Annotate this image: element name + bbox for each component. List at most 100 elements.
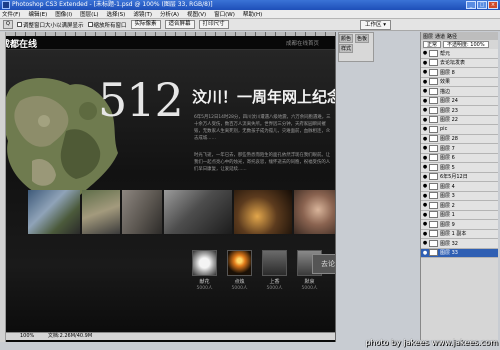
photoshop-window: Photoshop CS3 Extended - [未标题-1.psd @ 10… [0, 0, 500, 350]
menu-help[interactable]: 帮助(H) [243, 10, 262, 18]
layer-name: 图层 1 [440, 212, 455, 219]
eye-icon[interactable]: ● [421, 136, 429, 142]
zoom-level[interactable]: 100% [20, 333, 34, 339]
site-logo: 成都在线 [6, 40, 38, 50]
eye-icon[interactable]: ● [421, 79, 429, 85]
maximize-button[interactable]: □ [477, 1, 487, 9]
eye-icon[interactable]: ● [421, 193, 429, 199]
layer-row[interactable]: ● 帮元 [421, 49, 498, 59]
eye-icon[interactable]: ● [421, 202, 429, 208]
menu-edit[interactable]: 编辑(E) [28, 10, 47, 18]
eye-icon[interactable]: ● [421, 212, 429, 218]
opacity-field[interactable]: 不透明度: 100% [443, 41, 489, 48]
minimize-button[interactable]: _ [466, 1, 476, 9]
candle-action[interactable]: 点烛 5000人 [227, 250, 252, 291]
layer-row[interactable]: ● 图层 9 [421, 220, 498, 230]
workspace-dropdown[interactable]: 工作区 ▾ [360, 20, 392, 30]
eye-icon[interactable]: ● [421, 174, 429, 180]
eye-icon[interactable]: ● [421, 221, 429, 227]
candle-label: 点烛 [234, 279, 245, 285]
layer-thumbnail [429, 249, 438, 257]
fit-screen-button[interactable]: 适合屏幕 [164, 20, 195, 29]
resize-windows-checkbox[interactable]: 调整窗口大小以满屏显示 [17, 21, 84, 29]
layer-row[interactable]: ● 图层 32 [421, 239, 498, 249]
tab-channels[interactable]: 通道 [435, 33, 445, 40]
menu-image[interactable]: 图像(I) [55, 10, 72, 18]
eye-icon[interactable]: ● [421, 183, 429, 189]
actual-pixels-button[interactable]: 实际像素 [130, 20, 161, 29]
zoom-all-checkbox[interactable]: 缩放所有窗口 [87, 21, 127, 29]
menu-filter[interactable]: 滤镜(T) [133, 10, 152, 18]
layer-row[interactable]: ● 图层 24 [421, 96, 498, 106]
layer-thumbnail [429, 173, 438, 181]
tab-color[interactable]: 颜色 [339, 34, 354, 43]
layer-row[interactable]: ● 图层 23 [421, 106, 498, 116]
tab-styles[interactable]: 样式 [339, 44, 354, 53]
layer-row[interactable]: ● 去论坛发表 [421, 58, 498, 68]
layer-row[interactable]: ● 图层 8 [421, 68, 498, 78]
menu-window[interactable]: 窗口(W) [214, 10, 235, 18]
layer-row[interactable]: ● 图层 4 [421, 182, 498, 192]
layer-row[interactable]: ● 6年5月12日 [421, 172, 498, 182]
eye-icon[interactable]: ● [421, 231, 429, 237]
layer-row[interactable]: ● 效果 [421, 77, 498, 87]
canvas[interactable]: 成都在线 成都在线首页 512 汶川！一周年网上纪念堂 6年5月12日14时28… [6, 36, 335, 342]
layer-name: 去论坛发表 [440, 60, 466, 67]
layer-name: 图层 1 副本 [440, 231, 467, 238]
layer-row[interactable]: ● 图层 5 [421, 163, 498, 173]
site-home-link[interactable]: 成都在线首页 [286, 39, 319, 47]
tab-swatches[interactable]: 色板 [354, 34, 369, 43]
tab-paths[interactable]: 路径 [447, 33, 457, 40]
eye-icon[interactable]: ● [421, 60, 429, 66]
close-button[interactable]: × [488, 1, 498, 9]
menu-file[interactable]: 文件(F) [2, 10, 20, 18]
menu-analysis[interactable]: 分析(A) [160, 10, 179, 18]
eye-icon[interactable]: ● [421, 107, 429, 113]
eye-icon[interactable]: ● [421, 250, 429, 256]
layer-row[interactable]: ● 图层 3 [421, 191, 498, 201]
menu-view[interactable]: 视图(V) [187, 10, 206, 18]
forum-message-button[interactable]: 去论坛发表留言 [312, 254, 335, 274]
menu-select[interactable]: 选择(S) [107, 10, 126, 18]
layers-tabs: 图层 通道 路径 [421, 32, 498, 40]
layer-row[interactable]: ● pic [421, 125, 498, 135]
layer-row[interactable]: ● 描边 [421, 87, 498, 97]
layer-row[interactable]: ● 图层 7 [421, 144, 498, 154]
incense-action[interactable]: 上香 5000人 [262, 250, 287, 291]
layer-row[interactable]: ● 图层 2 [421, 201, 498, 211]
layer-thumbnail [429, 182, 438, 190]
layer-row[interactable]: ● 图层 1 副本 [421, 229, 498, 239]
eye-icon[interactable]: ● [421, 155, 429, 161]
layer-name: 图层 5 [440, 164, 455, 171]
zoom-tool-icon[interactable]: Q [3, 20, 13, 29]
options-bar: Q 调整窗口大小以满屏显示 缩放所有窗口 实际像素 适合屏幕 打印尺寸 [0, 19, 500, 31]
layer-row[interactable]: ● 图层 1 [421, 210, 498, 220]
incense-count: 5000人 [266, 286, 283, 291]
eye-icon[interactable]: ● [421, 145, 429, 151]
layer-row[interactable]: ● 图层 6 [421, 153, 498, 163]
eye-icon[interactable]: ● [421, 88, 429, 94]
layer-name: pic [440, 126, 448, 133]
eye-icon[interactable]: ● [421, 50, 429, 56]
layer-thumbnail [429, 135, 438, 143]
eye-icon[interactable]: ● [421, 117, 429, 123]
eye-icon[interactable]: ● [421, 164, 429, 170]
layer-name: 图层 32 [440, 240, 458, 247]
eye-icon[interactable]: ● [421, 98, 429, 104]
layer-thumbnail [429, 239, 438, 247]
flower-icon [192, 250, 217, 276]
swatches-panel: 颜色 色板 样式 [338, 32, 374, 62]
blend-mode-select[interactable]: 正常 [423, 41, 442, 48]
layer-name: 图层 3 [440, 193, 455, 200]
tab-layers[interactable]: 图层 [423, 33, 433, 40]
menu-layer[interactable]: 图层(L) [80, 10, 98, 18]
layer-row[interactable]: ● 图层 28 [421, 134, 498, 144]
eye-icon[interactable]: ● [421, 240, 429, 246]
layer-row[interactable]: ● 图层 33 [421, 248, 498, 258]
layer-row[interactable]: ● 图层 22 [421, 115, 498, 125]
eye-icon[interactable]: ● [421, 126, 429, 132]
window-title: Photoshop CS3 Extended - [未标题-1.psd @ 10… [12, 1, 213, 8]
flower-action[interactable]: 献花 5000人 [192, 250, 217, 291]
print-size-button[interactable]: 打印尺寸 [198, 20, 229, 29]
eye-icon[interactable]: ● [421, 69, 429, 75]
